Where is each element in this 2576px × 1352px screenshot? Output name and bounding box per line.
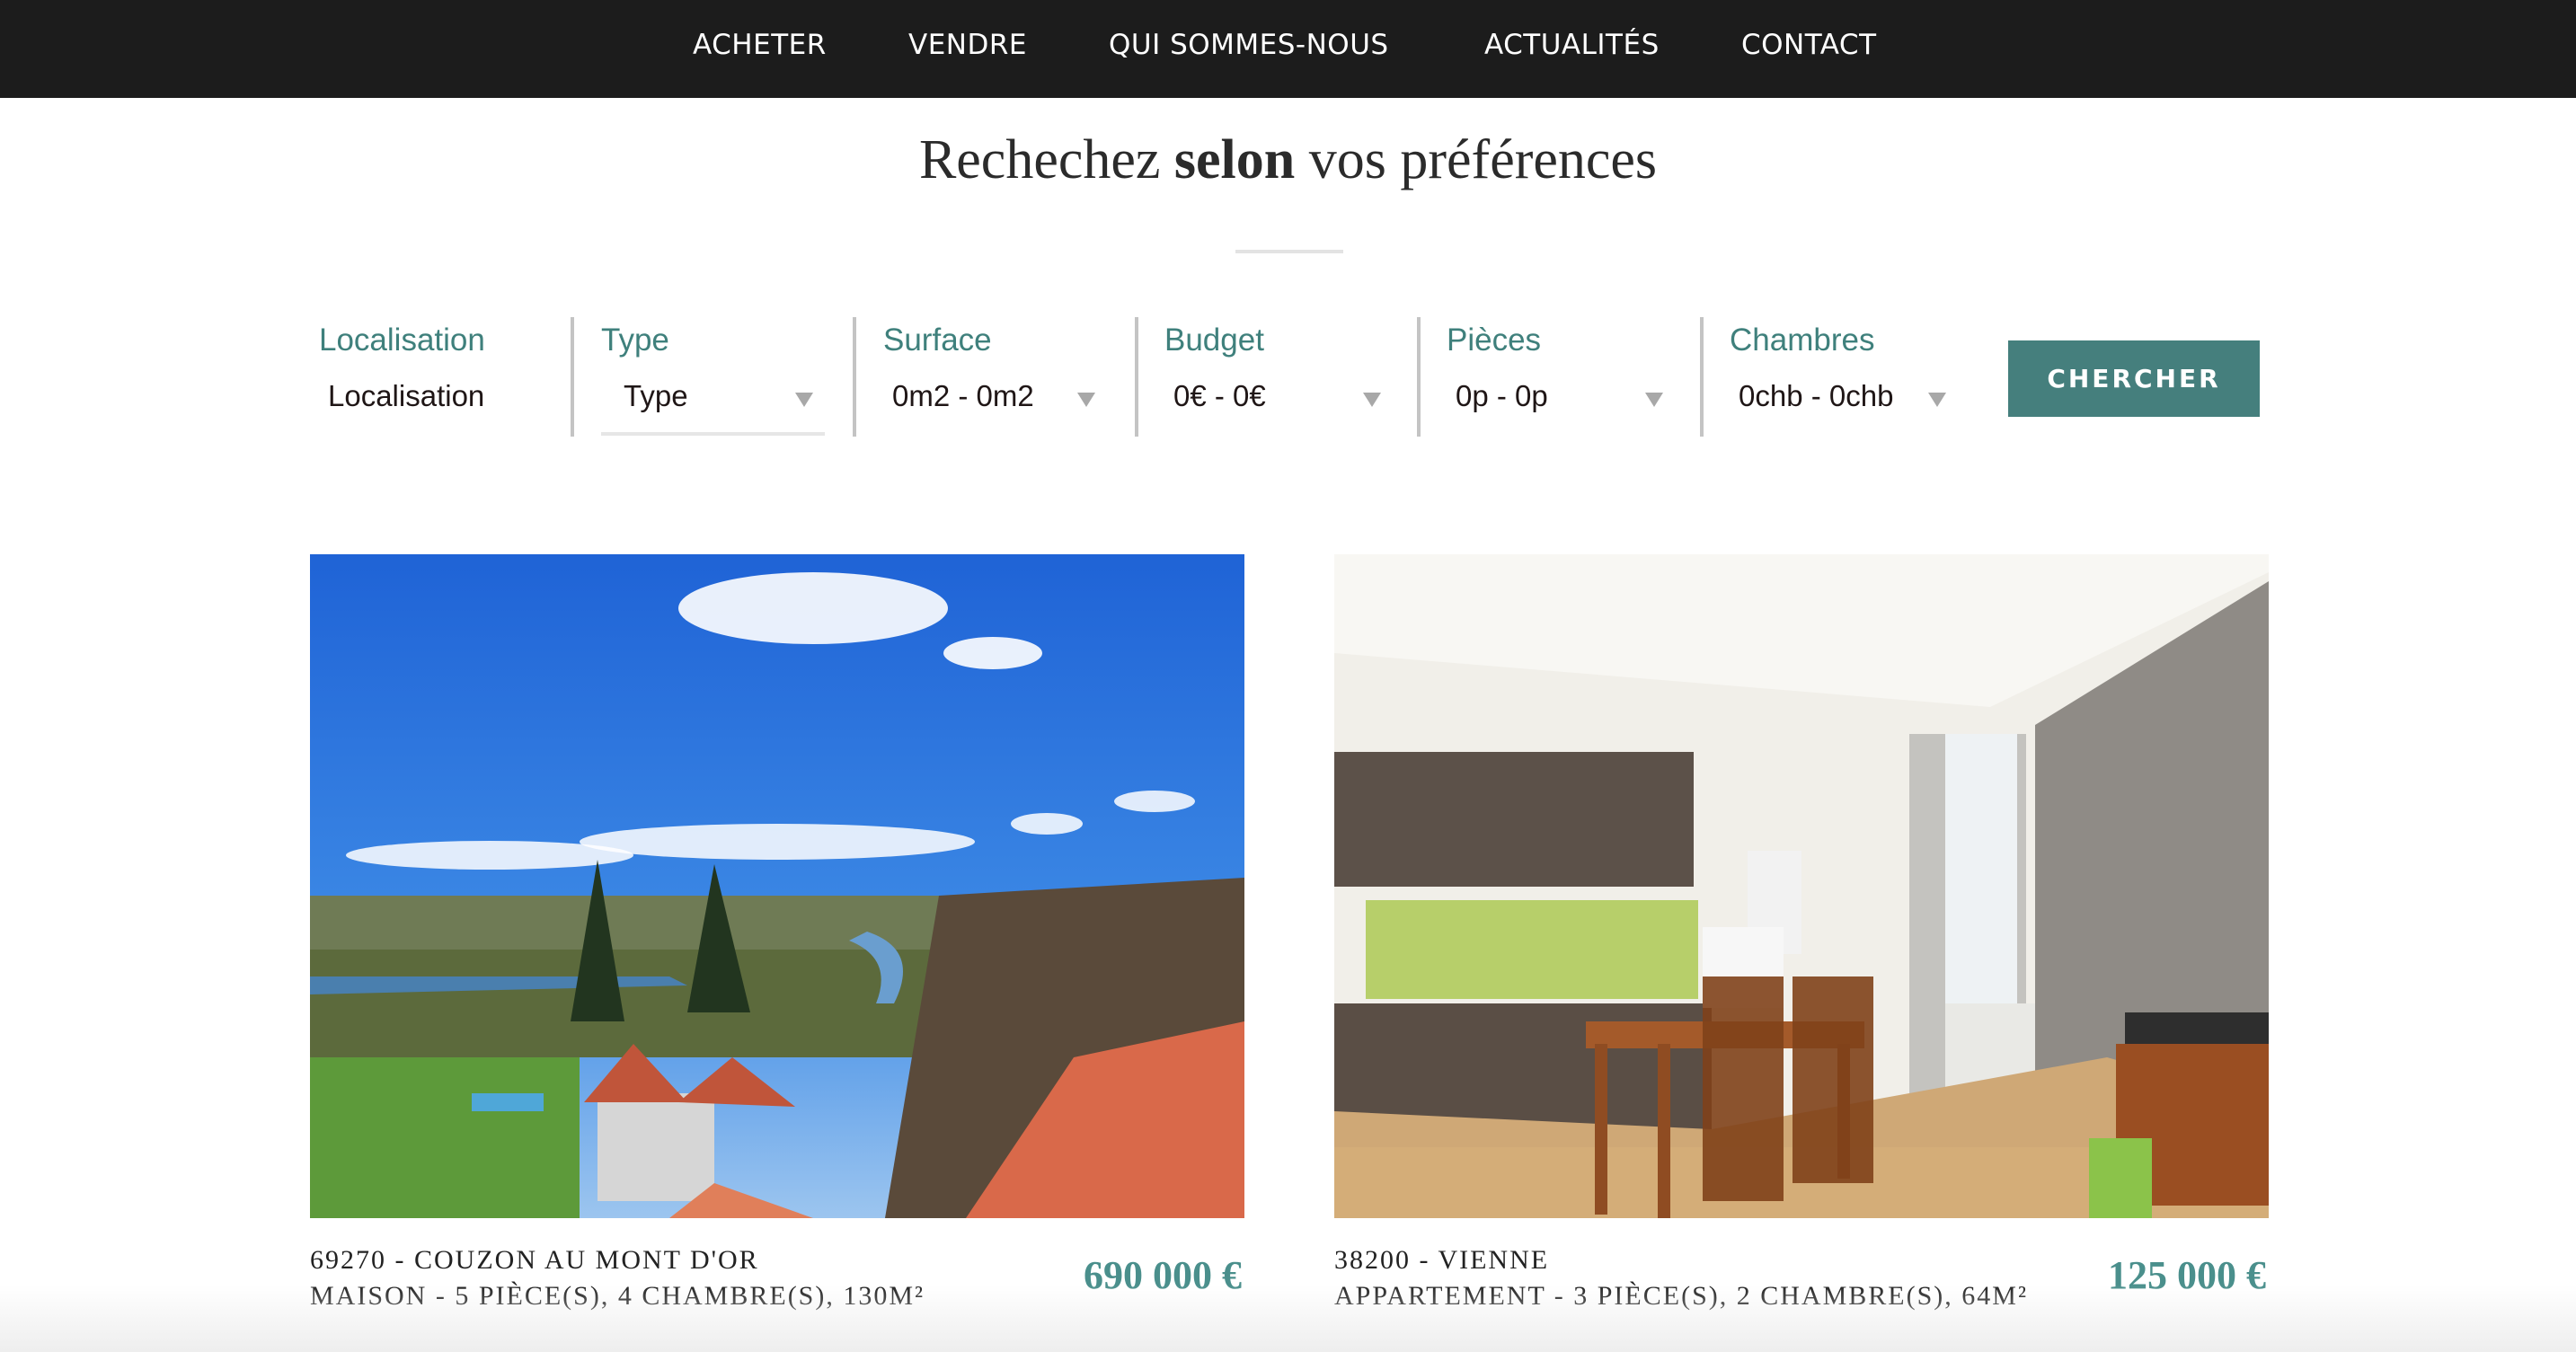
type-select[interactable]: Type xyxy=(624,379,688,413)
search-title: Rechechez selon vos préférences xyxy=(0,124,2576,196)
search-button[interactable]: CHERCHER xyxy=(2008,340,2260,417)
filter-pieces[interactable]: Pièces 0p - 0p xyxy=(1447,317,1680,437)
top-navigation: ACHETER VENDRE QUI SOMMES-NOUS ACTUALITÉ… xyxy=(0,0,2576,98)
listing-photo[interactable] xyxy=(1334,554,2269,1218)
kitchen-dining-room-photo xyxy=(1334,554,2269,1218)
filter-divider xyxy=(1700,317,1704,437)
nav-item-actualites[interactable]: ACTUALITÉS xyxy=(1484,25,1660,65)
listing-details: MAISON - 5 PIÈCE(S), 4 CHAMBRE(S), 130M² xyxy=(310,1281,925,1311)
nav-item-acheter[interactable]: ACHETER xyxy=(693,25,827,65)
listing-details: APPARTEMENT - 3 PIÈCE(S), 2 CHAMBRE(S), … xyxy=(1334,1281,2028,1311)
chambres-select[interactable]: 0chb - 0chb xyxy=(1739,379,1893,413)
search-title-part2: vos préférences xyxy=(1295,129,1658,190)
landscape-view-photo xyxy=(310,554,1244,1218)
chevron-down-icon[interactable] xyxy=(1928,393,1946,407)
filter-chambres-label: Chambres xyxy=(1730,323,1875,358)
chevron-down-icon[interactable] xyxy=(1645,393,1663,407)
listing-photo[interactable] xyxy=(310,554,1244,1218)
filter-pieces-label: Pièces xyxy=(1447,323,1542,358)
chevron-down-icon[interactable] xyxy=(795,393,813,407)
chevron-down-icon[interactable] xyxy=(1363,393,1381,407)
listing-location: 38200 - VIENNE xyxy=(1334,1245,1550,1275)
listing-caption[interactable]: 38200 - VIENNE APPARTEMENT - 3 PIÈCE(S),… xyxy=(1334,1242,2028,1314)
filter-divider xyxy=(853,317,856,437)
nav-item-vendre[interactable]: VENDRE xyxy=(908,25,1027,65)
pieces-select[interactable]: 0p - 0p xyxy=(1456,379,1548,413)
title-divider xyxy=(1235,250,1343,253)
budget-select[interactable]: 0€ - 0€ xyxy=(1173,379,1266,413)
filter-surface-label: Surface xyxy=(883,323,992,358)
nav-item-qui-sommes-nous[interactable]: QUI SOMMES-NOUS xyxy=(1109,25,1389,65)
search-title-bold: selon xyxy=(1173,129,1296,190)
listing-caption[interactable]: 69270 - COUZON AU MONT D'OR MAISON - 5 P… xyxy=(310,1242,925,1314)
listing-location: 69270 - COUZON AU MONT D'OR xyxy=(310,1245,759,1275)
filter-chambres[interactable]: Chambres 0chb - 0chb xyxy=(1730,317,1963,437)
localisation-input[interactable]: Localisation xyxy=(328,379,484,413)
filter-type-label: Type xyxy=(601,323,669,358)
chevron-down-icon[interactable] xyxy=(1077,393,1095,407)
filter-budget[interactable]: Budget 0€ - 0€ xyxy=(1164,317,1398,437)
filter-surface[interactable]: Surface 0m2 - 0m2 xyxy=(883,317,1117,437)
filter-localisation[interactable]: Localisation Localisation xyxy=(319,317,562,437)
filter-type[interactable]: Type Type xyxy=(601,317,835,437)
filter-divider xyxy=(571,317,574,437)
nav-item-contact[interactable]: CONTACT xyxy=(1741,25,1877,65)
type-select-underline xyxy=(601,432,825,436)
filter-budget-label: Budget xyxy=(1164,323,1264,358)
listing-price: 690 000 € xyxy=(1084,1253,1242,1297)
filter-divider xyxy=(1417,317,1421,437)
surface-select[interactable]: 0m2 - 0m2 xyxy=(892,379,1034,413)
search-title-part1: Rechechez xyxy=(918,129,1174,190)
filter-divider xyxy=(1135,317,1138,437)
filter-localisation-label: Localisation xyxy=(319,323,485,358)
listing-price: 125 000 € xyxy=(2108,1253,2266,1297)
